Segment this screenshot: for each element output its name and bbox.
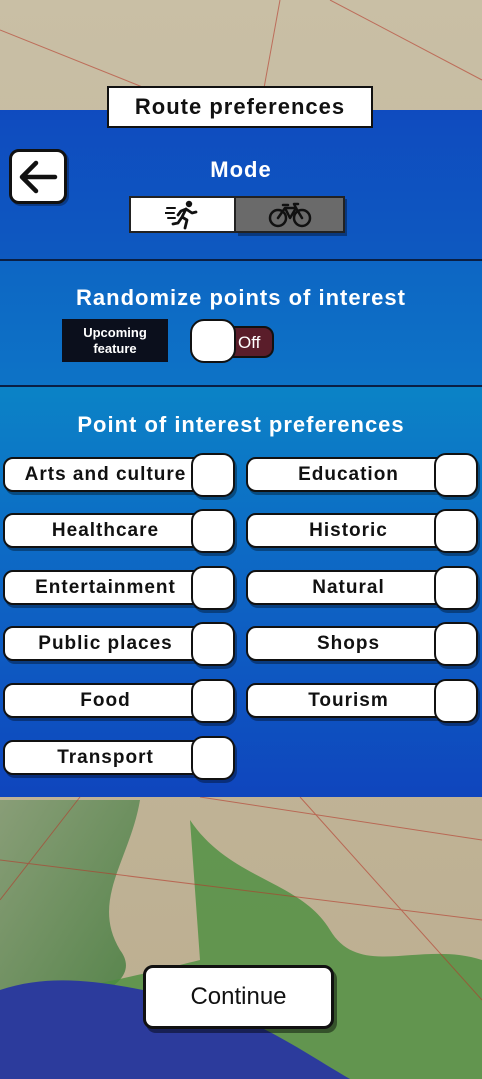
poi-toggle-transport[interactable]: Transport	[3, 736, 235, 780]
page-title: Route preferences	[107, 86, 373, 128]
poi-toggle-arts-and-culture[interactable]: Arts and culture	[3, 453, 235, 497]
poi-label: Tourism	[246, 683, 451, 718]
poi-label: Transport	[3, 740, 208, 775]
poi-checkbox[interactable]	[191, 509, 235, 553]
poi-checkbox[interactable]	[191, 622, 235, 666]
poi-label: Arts and culture	[3, 457, 208, 492]
upcoming-feature-badge: Upcoming feature	[62, 319, 168, 362]
poi-toggle-shops[interactable]: Shops	[246, 622, 478, 666]
feature-line: feature	[93, 341, 137, 356]
continue-button[interactable]: Continue	[143, 965, 334, 1029]
poi-checkbox[interactable]	[434, 509, 478, 553]
switch-state-label: Off	[238, 333, 261, 352]
poi-toggle-historic[interactable]: Historic	[246, 509, 478, 553]
poi-checkbox[interactable]	[434, 622, 478, 666]
poi-toggle-education[interactable]: Education	[246, 453, 478, 497]
poi-label: Education	[246, 457, 451, 492]
randomize-label: Randomize points of interest	[76, 285, 406, 310]
poi-toggle-entertainment[interactable]: Entertainment	[3, 566, 235, 610]
poi-label: Public places	[3, 626, 208, 661]
poi-label: Food	[3, 683, 208, 718]
poi-label: Natural	[246, 570, 451, 605]
switch-knob	[190, 319, 236, 363]
poi-checkbox[interactable]	[434, 453, 478, 497]
poi-checkbox[interactable]	[434, 566, 478, 610]
poi-label: Historic	[246, 513, 451, 548]
bike-mode-button[interactable]	[236, 196, 345, 233]
poi-label: Point of interest preferences	[77, 412, 405, 437]
poi-toggle-public-places[interactable]: Public places	[3, 622, 235, 666]
poi-toggle-tourism[interactable]: Tourism	[246, 679, 478, 723]
walk-mode-button[interactable]	[129, 196, 236, 233]
upcoming-line: Upcoming	[83, 325, 147, 340]
poi-toggle-natural[interactable]: Natural	[246, 566, 478, 610]
poi-checkbox[interactable]	[434, 679, 478, 723]
poi-checkbox[interactable]	[191, 566, 235, 610]
mode-toggle	[129, 196, 345, 233]
poi-toggle-food[interactable]: Food	[3, 679, 235, 723]
poi-label: Shops	[246, 626, 451, 661]
poi-toggle-healthcare[interactable]: Healthcare	[3, 509, 235, 553]
bicycle-icon	[268, 202, 311, 227]
poi-checkbox[interactable]	[191, 453, 235, 497]
poi-label: Entertainment	[3, 570, 208, 605]
randomize-switch[interactable]: Off	[190, 319, 276, 363]
poi-checkbox[interactable]	[191, 679, 235, 723]
mode-section	[0, 110, 482, 259]
mode-label: Mode	[210, 157, 272, 182]
poi-label: Healthcare	[3, 513, 208, 548]
walking-icon	[164, 200, 197, 229]
poi-checkbox[interactable]	[191, 736, 235, 780]
